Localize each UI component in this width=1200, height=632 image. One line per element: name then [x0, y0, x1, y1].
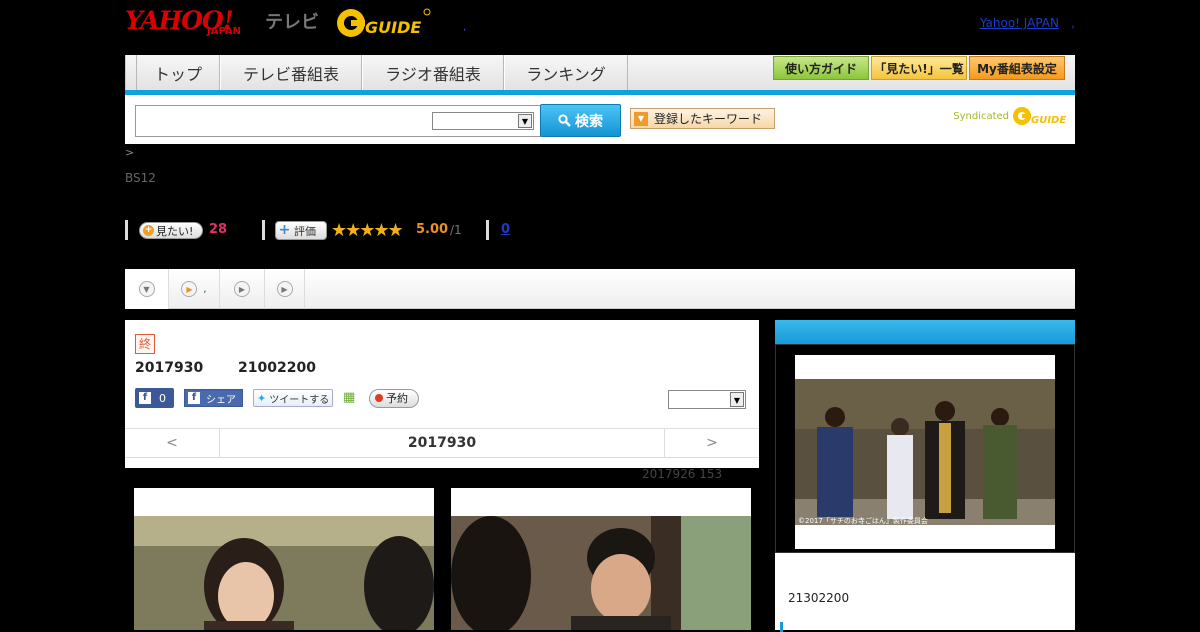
svg-text:GUIDE: GUIDE	[1031, 115, 1066, 126]
star-rating: ★★★★★	[331, 220, 404, 241]
header-trailing: ,	[1071, 16, 1075, 30]
program-panel: 終 2017930 21002200 f 0 f シェア ✦ ツイートする ▦ …	[125, 320, 759, 468]
tab-label: ,	[203, 283, 207, 295]
breadcrumb[interactable]: >	[125, 146, 134, 159]
tab-1[interactable]: ▼	[125, 269, 169, 309]
rate-label: 評価	[294, 224, 316, 238]
syndicated-text: Syndicated	[953, 110, 1009, 122]
plus-icon: +	[278, 222, 291, 238]
featured-image-box: ©2017「サチのお寺ごはん」製作委員会	[775, 344, 1075, 553]
episode-photo-1[interactable]	[134, 488, 434, 630]
plus-icon: +	[143, 225, 154, 236]
tweet-label: ツイートする	[269, 394, 330, 406]
mitai-list-button[interactable]: 「見たい!」一覧	[871, 56, 967, 80]
share-row: f 0 f シェア ✦ ツイートする ▦ 予約	[135, 388, 419, 408]
sidebar-header	[775, 320, 1075, 344]
facebook-share-button[interactable]: f シェア	[184, 389, 243, 407]
svg-text:GUIDE: GUIDE	[365, 18, 421, 37]
saved-keywords-button[interactable]: ▼ 登録したキーワード	[630, 108, 775, 129]
play-icon: ▶	[181, 281, 198, 297]
scene-image	[134, 516, 434, 630]
copyright-note: ©2017「サチのお寺ごはん」製作委員会	[798, 517, 928, 525]
yahoo-japan-logo-text: JAPAN	[207, 26, 241, 37]
scene-image	[451, 516, 751, 630]
update-note: 2017926 153	[642, 467, 723, 481]
search-scope-select[interactable]: ▼	[432, 112, 534, 130]
facebook-like-button[interactable]: f 0	[135, 388, 174, 408]
channel-name: BS12	[125, 171, 156, 185]
gguide-logo[interactable]: GUIDE	[335, 6, 431, 40]
facebook-like-count: 0	[159, 391, 166, 405]
facebook-icon: f	[188, 392, 200, 404]
chevron-down-icon: ▼	[730, 392, 744, 407]
chevron-down-icon: ▼	[138, 281, 155, 297]
sidebar-accent-bar	[780, 622, 783, 632]
triangle-down-icon: ▼	[634, 111, 648, 126]
facebook-share-label: シェア	[206, 394, 236, 406]
tv-logo[interactable]: テレビ	[265, 8, 319, 34]
prev-date-button[interactable]: <	[125, 429, 220, 458]
tab-3[interactable]: ▶	[220, 269, 265, 309]
tweet-button[interactable]: ✦ ツイートする	[253, 389, 333, 407]
sidebar-info: 21302200	[775, 553, 1075, 632]
facebook-icon: f	[139, 392, 151, 404]
program-tabs: ▼ ▶ , ▶ ▶	[125, 269, 1075, 309]
featured-image-frame: ©2017「サチのお寺ごはん」製作委員会	[795, 355, 1055, 549]
broadcast-date: 2017930	[135, 360, 204, 376]
record-label: 予約	[386, 392, 408, 405]
tab-4[interactable]: ▶	[265, 269, 305, 309]
ended-badge: 終	[135, 334, 155, 354]
next-date-button[interactable]: >	[664, 429, 759, 458]
sidebar-time: 21302200	[788, 591, 850, 605]
mitai-button[interactable]: + 見たい!	[139, 222, 203, 239]
nav-tab-ranking[interactable]: ランキング	[504, 55, 628, 90]
record-dot-icon	[375, 394, 383, 402]
gguide-small-logo: GUIDE	[1013, 107, 1066, 126]
calendar-add-icon[interactable]: ▦	[343, 390, 359, 406]
twitter-icon: ✦	[257, 391, 267, 405]
search-bar: ▼ 検索 ▼ 登録したキーワード Syndicated GUIDE	[125, 95, 1075, 144]
tab-2[interactable]: ▶ ,	[169, 269, 220, 309]
yahoo-japan-link[interactable]: Yahoo! JAPAN	[980, 16, 1059, 30]
review-count-link[interactable]: 0	[501, 222, 510, 237]
program-stats: + 見たい! 28 + 評価 ★★★★★ 5.00 /1 0	[125, 220, 725, 241]
play-icon: ▶	[234, 281, 250, 297]
syndicated-badge: Syndicated GUIDE	[953, 105, 1067, 127]
nav-tab-radio-schedule[interactable]: ラジオ番組表	[362, 55, 504, 90]
divider	[125, 220, 128, 240]
cast-photo[interactable]	[795, 379, 1055, 525]
rating-score: 5.00	[416, 222, 449, 237]
episode-photo-2[interactable]	[451, 488, 751, 630]
sidebar: ©2017「サチのお寺ごはん」製作委員会 21302200	[775, 320, 1075, 632]
play-icon: ▶	[276, 281, 293, 297]
saved-keywords-label: 登録したキーワード	[654, 112, 763, 126]
current-date: 2017930	[407, 435, 477, 451]
mitai-count: 28	[209, 222, 228, 237]
main-nav: トップ テレビ番組表 ラジオ番組表 ランキング 使い方ガイド 「見たい!」一覧 …	[125, 55, 1075, 91]
nav-tab-tv-schedule[interactable]: テレビ番組表	[220, 55, 362, 90]
site-header: YAHOO! JAPAN テレビ GUIDE , Yahoo! JAPAN ,	[125, 0, 1075, 50]
search-button[interactable]: 検索	[540, 104, 621, 137]
search-icon	[558, 114, 571, 127]
mitai-label: 見たい!	[156, 224, 194, 238]
rate-button[interactable]: + 評価	[275, 221, 327, 240]
record-button[interactable]: 予約	[369, 388, 419, 408]
guide-button[interactable]: 使い方ガイド	[773, 56, 869, 80]
program-select[interactable]: ▼	[668, 390, 746, 409]
date-navigator: < 2017930 >	[125, 428, 759, 458]
nav-tab-top[interactable]: トップ	[136, 55, 220, 90]
broadcast-time: 21002200	[238, 360, 316, 376]
my-schedule-button[interactable]: My番組表設定	[969, 56, 1065, 80]
divider	[262, 220, 265, 240]
header-dot: ,	[463, 22, 467, 33]
chevron-down-icon: ▼	[518, 114, 532, 128]
search-button-label: 検索	[575, 113, 603, 130]
divider	[486, 220, 489, 240]
rating-count: /1	[450, 223, 462, 237]
